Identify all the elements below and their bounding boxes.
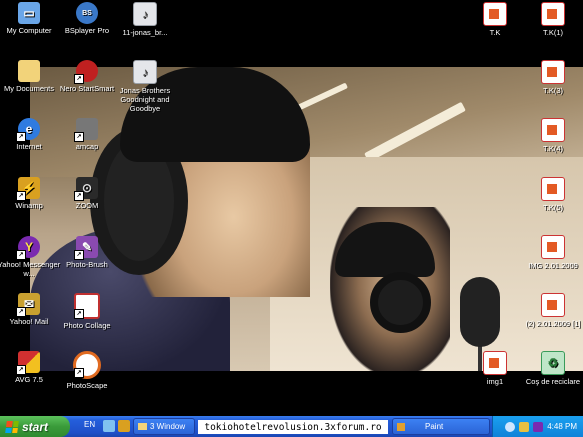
start-button[interactable]: start <box>0 416 70 437</box>
winamp-icon: ⚡ ↗ <box>16 177 40 201</box>
windows-flag-icon <box>5 420 19 433</box>
desktop-icon-label: T.K(1) <box>542 28 563 37</box>
desktop-icon-amcap[interactable]: ↗ amcap <box>52 118 122 151</box>
zoom-icon: ⊙ ↗ <box>74 177 98 201</box>
network-icon[interactable] <box>505 421 516 432</box>
taskbar-button-windows-group[interactable]: 3 Window <box>133 418 195 435</box>
desktop-icon-label: T.K(5) <box>542 203 563 212</box>
desktop-icon-label: Coş de reciclare <box>525 377 581 386</box>
language-indicator[interactable]: EN <box>84 420 95 429</box>
taskbar-button-paint[interactable]: Paint <box>392 418 490 435</box>
quicklaunch-winamp-icon[interactable] <box>118 420 130 432</box>
shortcut-arrow-icon: ↗ <box>16 365 26 375</box>
recycle-bin-icon: ♻ <box>541 351 565 375</box>
wallpaper-microphone <box>460 277 500 347</box>
image-file-icon <box>541 177 565 201</box>
desktop-icon-tk4[interactable]: T.K(4) <box>518 118 583 153</box>
desktop-icon-jonas-file[interactable]: ♪ 11-jonas_br... <box>110 2 180 37</box>
shortcut-arrow-icon: ↗ <box>74 191 84 201</box>
desktop: ▭ My Computer My Documents e ↗ Internet ⚡… <box>0 0 583 416</box>
desktop-icon-label: amcap <box>75 142 99 151</box>
wallpaper-second-headphone <box>370 272 431 333</box>
shortcut-arrow-icon: ↗ <box>16 307 26 317</box>
folder-icon <box>138 423 147 430</box>
shortcut-arrow-icon: ↗ <box>74 132 84 142</box>
desktop-icon-photo-brush[interactable]: ✎ ↗ Photo-Brush <box>52 236 122 269</box>
image-file-icon <box>483 351 507 375</box>
folder-icon <box>18 60 40 82</box>
quicklaunch-ie-icon[interactable] <box>103 420 115 432</box>
image-file-icon <box>541 235 565 259</box>
desktop-icon-label: ZOOM <box>75 201 99 210</box>
desktop-icon-label: PhotoScape <box>66 381 108 390</box>
image-file-icon <box>483 2 507 26</box>
desktop-icon-jonas-brothers[interactable]: ♪ Jonas Brothers Goodnight and Goodbye <box>110 60 180 113</box>
shortcut-arrow-icon: ↗ <box>16 191 26 201</box>
image-file-icon <box>541 293 565 317</box>
audio-file-icon: ♪ <box>133 2 157 26</box>
photo-collage-icon: ↗ <box>74 293 100 319</box>
shortcut-arrow-icon: ↗ <box>74 250 84 260</box>
desktop-icon-label: IMG 2.01.2009 <box>528 261 578 270</box>
desktop-icon-img-2012009[interactable]: IMG 2.01.2009 <box>518 235 583 270</box>
shortcut-arrow-icon: ↗ <box>74 368 84 378</box>
desktop-icon-zoom[interactable]: ⊙ ↗ ZOOM <box>52 177 122 210</box>
desktop-icon-photoscape[interactable]: ↗ PhotoScape <box>52 351 122 390</box>
desktop-icon-tk1[interactable]: T.K(1) <box>518 2 583 37</box>
yahoo-mail-icon: ✉ ↗ <box>16 293 40 317</box>
image-file-icon <box>541 60 565 84</box>
desktop-icon-label: T.K(3) <box>542 86 563 95</box>
start-label: start <box>22 419 49 434</box>
desktop-icon-label: T.K(4) <box>542 144 563 153</box>
desktop-icon-label: Photo-Brush <box>66 260 108 269</box>
yahoo-messenger-icon: Y ↗ <box>16 236 40 260</box>
bsplayer-icon: BS <box>76 2 98 24</box>
watermark-text: tokiohotelrevolusion.3xforum.ro <box>198 420 388 434</box>
image-file-icon <box>541 2 565 26</box>
amcap-icon: ↗ <box>74 118 98 142</box>
shortcut-arrow-icon: ↗ <box>74 74 84 84</box>
yahoo-tray-icon[interactable] <box>533 421 544 432</box>
clock[interactable]: 4:48 PM <box>547 422 577 431</box>
desktop-icon-label: Photo Collage <box>63 321 111 330</box>
shortcut-arrow-icon: ↗ <box>16 132 26 142</box>
audio-file-icon: ♪ <box>133 60 157 84</box>
nero-icon: ↗ <box>74 60 98 84</box>
photo-brush-icon: ✎ ↗ <box>74 236 98 260</box>
taskbar: start EN 3 Window tokiohotelrevolusion.3… <box>0 416 583 437</box>
desktop-icon-tk5[interactable]: T.K(5) <box>518 177 583 212</box>
shortcut-arrow-icon: ↗ <box>74 309 84 319</box>
desktop-icon-recycle-bin[interactable]: ♻ Coş de reciclare <box>518 351 583 386</box>
desktop-icon-label: Jonas Brothers Goodnight and Goodbye <box>119 86 171 113</box>
desktop-icon-label: (2) 2.01.2009 [1] <box>525 319 581 328</box>
photoscape-icon: ↗ <box>73 351 101 379</box>
desktop-icon-label: 11-jonas_br... <box>122 28 168 37</box>
image-file-icon <box>541 118 565 142</box>
avg-icon: ↗ <box>16 351 40 375</box>
shortcut-arrow-icon: ↗ <box>16 250 26 260</box>
desktop-icon-2-2012009[interactable]: (2) 2.01.2009 [1] <box>518 293 583 328</box>
paint-icon <box>397 422 405 431</box>
desktop-icon-photo-collage[interactable]: ↗ Photo Collage <box>52 293 122 330</box>
taskbar-button-label: 3 Window <box>150 422 186 431</box>
system-tray: 4:48 PM <box>492 416 583 437</box>
desktop-icon-tk3[interactable]: T.K(3) <box>518 60 583 95</box>
security-icon[interactable] <box>519 421 530 432</box>
computer-icon: ▭ <box>18 2 40 24</box>
taskbar-button-label: Paint <box>425 422 444 431</box>
ie-icon: e ↗ <box>16 118 40 142</box>
